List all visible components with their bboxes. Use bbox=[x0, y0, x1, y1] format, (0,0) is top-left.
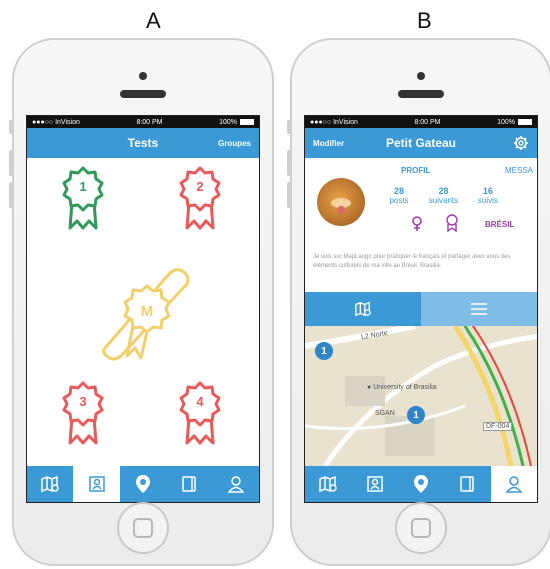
phone-a: ●●●○○ InVision 8:00 PM 100% Tests Groupe… bbox=[9, 38, 274, 566]
female-icon bbox=[412, 216, 422, 231]
badge-1[interactable]: 1 bbox=[62, 166, 104, 232]
carrier-text: ●●●○○ InVision bbox=[32, 118, 80, 126]
map-pin[interactable]: 1 bbox=[315, 342, 333, 360]
tab-location[interactable] bbox=[120, 466, 166, 502]
university-label: ● University of Brasilia bbox=[367, 384, 437, 391]
map-pin[interactable]: 1 bbox=[407, 406, 425, 424]
list-view-tab[interactable] bbox=[421, 292, 537, 326]
poi-icon: ● bbox=[367, 384, 372, 391]
speaker bbox=[398, 90, 444, 98]
tab-bar bbox=[27, 466, 259, 502]
country-label: BRÉSIL bbox=[485, 220, 515, 229]
screen-a: ●●●○○ InVision 8:00 PM 100% Tests Groupe… bbox=[26, 115, 260, 503]
university-name: University of Brasilia bbox=[373, 384, 437, 391]
groupes-button[interactable]: Groupes bbox=[218, 139, 251, 148]
list-icon bbox=[471, 303, 487, 315]
nav-bar: Modifier Petit Gateau bbox=[305, 128, 537, 158]
tab-profile[interactable] bbox=[490, 466, 537, 502]
tab-tests[interactable] bbox=[73, 466, 120, 502]
location-pin-icon bbox=[136, 475, 151, 493]
id-card-icon bbox=[366, 476, 383, 492]
id-card-icon bbox=[88, 476, 105, 492]
badge-4[interactable]: 4 bbox=[179, 381, 221, 447]
modifier-button[interactable]: Modifier bbox=[313, 139, 344, 148]
time-text: 8:00 PM bbox=[136, 118, 163, 126]
camera-dot bbox=[139, 72, 147, 80]
battery-icon bbox=[517, 118, 532, 125]
badge-1-number: 1 bbox=[79, 179, 86, 194]
status-bar: ●●●○○ InVision 8:00 PM 100% bbox=[27, 116, 259, 128]
tab-location[interactable] bbox=[398, 466, 444, 502]
tab-notebook[interactable] bbox=[444, 466, 490, 502]
badge-master-letter: M bbox=[141, 303, 154, 320]
map-search-icon bbox=[41, 475, 59, 493]
region-label: SGAN bbox=[375, 410, 395, 417]
screen-b: ●●●○○ InVision 8:00 PM 100% Modifier Pet… bbox=[304, 115, 538, 503]
home-button[interactable] bbox=[117, 502, 169, 554]
stat-following[interactable]: 16 suivis bbox=[468, 186, 508, 205]
map-search-icon bbox=[319, 475, 337, 493]
tab-profil[interactable]: PROFIL bbox=[401, 166, 430, 175]
highway-label: DF-004 bbox=[483, 422, 513, 431]
location-pin-icon bbox=[414, 475, 429, 493]
bio-text: Je suis sur MapLango pour pratiquer le f… bbox=[313, 254, 511, 269]
tab-profile[interactable] bbox=[213, 466, 259, 502]
badge-4-number: 4 bbox=[196, 394, 204, 409]
battery-text: 100% bbox=[497, 118, 515, 126]
badge-3[interactable]: 3 bbox=[62, 381, 104, 447]
map-roads bbox=[305, 326, 537, 466]
map-search-icon bbox=[355, 301, 371, 317]
time-text: 8:00 PM bbox=[414, 118, 441, 126]
panel-label-a: A bbox=[146, 8, 161, 33]
badge-3-number: 3 bbox=[79, 394, 86, 409]
badge-2-number: 2 bbox=[196, 179, 203, 194]
nav-bar: Tests Groupes bbox=[27, 128, 259, 158]
battery-text: 100% bbox=[219, 118, 237, 126]
map-view-tab[interactable] bbox=[305, 292, 421, 326]
tab-tests[interactable] bbox=[351, 466, 397, 502]
gear-icon[interactable] bbox=[513, 135, 529, 151]
status-bar: ●●●○○ InVision 8:00 PM 100% bbox=[305, 116, 537, 128]
avatar[interactable] bbox=[317, 178, 365, 226]
tab-map[interactable] bbox=[27, 466, 73, 502]
page-title: Petit Gateau bbox=[385, 136, 457, 150]
tab-bar bbox=[305, 466, 537, 502]
map-view[interactable]: L2 Norte ● University of Brasilia SGAN D… bbox=[305, 326, 537, 466]
tab-messages[interactable]: MESSA bbox=[505, 166, 533, 175]
stat-posts[interactable]: 28 posts bbox=[379, 186, 419, 205]
speaker bbox=[120, 90, 166, 98]
panel-label-b: B bbox=[417, 8, 432, 33]
view-toggle bbox=[305, 292, 537, 326]
camera-dot bbox=[417, 72, 425, 80]
notebook-icon bbox=[182, 476, 197, 492]
carrier-text: ●●●○○ InVision bbox=[310, 118, 358, 126]
level-badge-icon bbox=[446, 214, 458, 232]
home-button[interactable] bbox=[395, 502, 447, 554]
badge-master[interactable]: M bbox=[97, 256, 197, 366]
stats-row: 28 posts 28 suivants 16 suivis bbox=[379, 186, 537, 208]
battery-icon bbox=[239, 118, 254, 125]
page-title: Tests bbox=[127, 136, 159, 150]
stat-followers[interactable]: 28 suivants bbox=[423, 186, 463, 205]
person-icon bbox=[505, 476, 523, 493]
phone-b: ●●●○○ InVision 8:00 PM 100% Modifier Pet… bbox=[287, 38, 550, 566]
tab-map[interactable] bbox=[305, 466, 351, 502]
person-icon bbox=[227, 476, 245, 493]
tab-notebook[interactable] bbox=[166, 466, 212, 502]
badge-2[interactable]: 2 bbox=[179, 166, 221, 232]
notebook-icon bbox=[460, 476, 475, 492]
